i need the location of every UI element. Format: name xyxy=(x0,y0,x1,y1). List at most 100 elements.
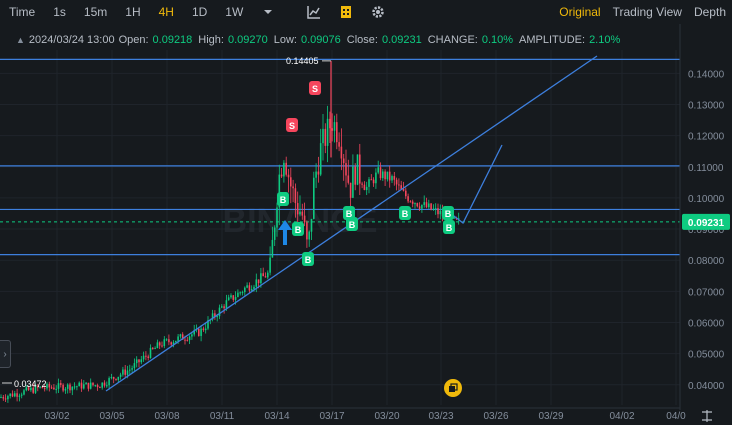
buy-signal-bg xyxy=(302,252,314,266)
candle-body xyxy=(209,319,212,321)
tab-4h[interactable]: 4H xyxy=(150,5,183,19)
price-tick-label: 0.05000 xyxy=(688,350,725,361)
candle-body xyxy=(453,217,455,219)
candle-body xyxy=(333,122,336,131)
candle-body xyxy=(331,128,333,131)
collapse-caret-icon[interactable]: ▲ xyxy=(16,35,25,45)
candle-body xyxy=(457,218,460,220)
candle-body xyxy=(414,203,416,205)
candle-body xyxy=(115,378,117,380)
view-original[interactable]: Original xyxy=(553,5,606,19)
candle-body xyxy=(142,355,145,360)
price-chart[interactable]: BINANCE BBBBBB BBSS 0.140000.130000.12000… xyxy=(0,0,732,425)
expand-panel-button[interactable]: › xyxy=(0,340,11,368)
candle-body xyxy=(359,154,361,184)
candle-body xyxy=(356,154,359,185)
candle-body xyxy=(448,213,451,223)
date-tick-label: 03/26 xyxy=(483,411,508,422)
candle-body xyxy=(198,328,200,336)
candle-body xyxy=(384,171,386,180)
candle-body xyxy=(363,184,366,191)
candle-body xyxy=(273,227,276,240)
candle-body xyxy=(218,307,221,317)
candle-body xyxy=(324,128,327,146)
candle-body xyxy=(382,171,384,179)
signals: BBBBBB BBSS xyxy=(277,81,455,266)
candle-body xyxy=(434,208,437,210)
candle-body xyxy=(48,383,51,388)
chart-type-icon[interactable] xyxy=(304,2,324,22)
candle-body xyxy=(416,203,419,207)
candle-body xyxy=(253,286,255,290)
candle-body xyxy=(451,213,453,218)
candle-body xyxy=(267,272,269,278)
candle-body xyxy=(361,183,363,185)
candle-body xyxy=(425,202,428,208)
tab-1d[interactable]: 1D xyxy=(183,5,216,19)
candle-body xyxy=(147,356,149,358)
candle-body xyxy=(342,158,345,164)
chevron-down-icon[interactable] xyxy=(258,2,278,22)
candle-body xyxy=(294,188,297,204)
candle-body xyxy=(39,386,41,388)
candle-body xyxy=(250,289,253,291)
low-value: 0.09076 xyxy=(301,34,341,46)
buy-signal-bg xyxy=(292,222,304,236)
candle-body xyxy=(432,208,435,210)
candle-body xyxy=(285,162,287,175)
price-tick-label: 0.14000 xyxy=(688,69,725,80)
candle-body xyxy=(85,382,87,385)
low-label: Low: xyxy=(273,34,297,46)
price-tick-label: 0.08000 xyxy=(688,256,725,267)
candle-body xyxy=(140,359,143,363)
candle-body xyxy=(375,172,377,184)
candle-body xyxy=(101,382,103,388)
candle-body xyxy=(278,174,281,208)
tab-1h[interactable]: 1H xyxy=(116,5,149,19)
tab-time[interactable]: Time xyxy=(0,5,44,19)
tab-15m[interactable]: 15m xyxy=(75,5,116,19)
candle-body xyxy=(202,328,205,331)
candle-body xyxy=(20,394,23,396)
date-tick-label: 03/23 xyxy=(428,411,453,422)
candle-body xyxy=(407,196,409,202)
indicator-icon[interactable] xyxy=(336,2,356,22)
candle-body xyxy=(170,342,172,345)
candle-body xyxy=(73,386,76,388)
candle-body xyxy=(0,397,2,399)
candle-body xyxy=(377,167,379,173)
candle-body xyxy=(349,182,352,198)
candle-body xyxy=(287,174,290,178)
candle-body xyxy=(66,384,69,389)
candle-body xyxy=(149,347,152,358)
close-value: 0.09231 xyxy=(381,34,422,46)
high-marker-label: 0.14405 xyxy=(286,56,319,66)
candle-body xyxy=(55,388,57,390)
candle-body xyxy=(347,175,350,183)
candle-body xyxy=(409,201,412,203)
candle-body xyxy=(340,146,343,159)
date-tick-label: 03/02 xyxy=(44,411,69,422)
ohlc-info-bar: ▲ 2024/03/24 13:00 Open: 0.09218 High: 0.0… xyxy=(0,31,680,49)
candle-body xyxy=(398,184,400,186)
candle-body xyxy=(117,376,120,380)
candle-body xyxy=(370,179,373,181)
trend-line-support xyxy=(105,55,598,392)
candle-body xyxy=(200,328,202,336)
view-depth[interactable]: Depth xyxy=(688,5,732,19)
layers-icon[interactable] xyxy=(444,379,462,397)
amplitude-value: 2.10% xyxy=(589,34,621,46)
tab-1s[interactable]: 1s xyxy=(44,5,75,19)
gear-icon[interactable] xyxy=(368,2,388,22)
view-trading-view[interactable]: Trading View xyxy=(607,5,688,19)
candle-body xyxy=(7,396,9,400)
tab-1w[interactable]: 1W xyxy=(216,5,252,19)
buy-signal-label: B xyxy=(402,209,409,219)
candle-body xyxy=(262,273,264,277)
candle-body xyxy=(276,207,278,228)
candle-body xyxy=(106,385,108,387)
date-tick-label: 03/11 xyxy=(210,411,235,422)
candle-body xyxy=(255,279,258,287)
candle-body xyxy=(76,386,78,388)
candle-body xyxy=(175,340,177,343)
